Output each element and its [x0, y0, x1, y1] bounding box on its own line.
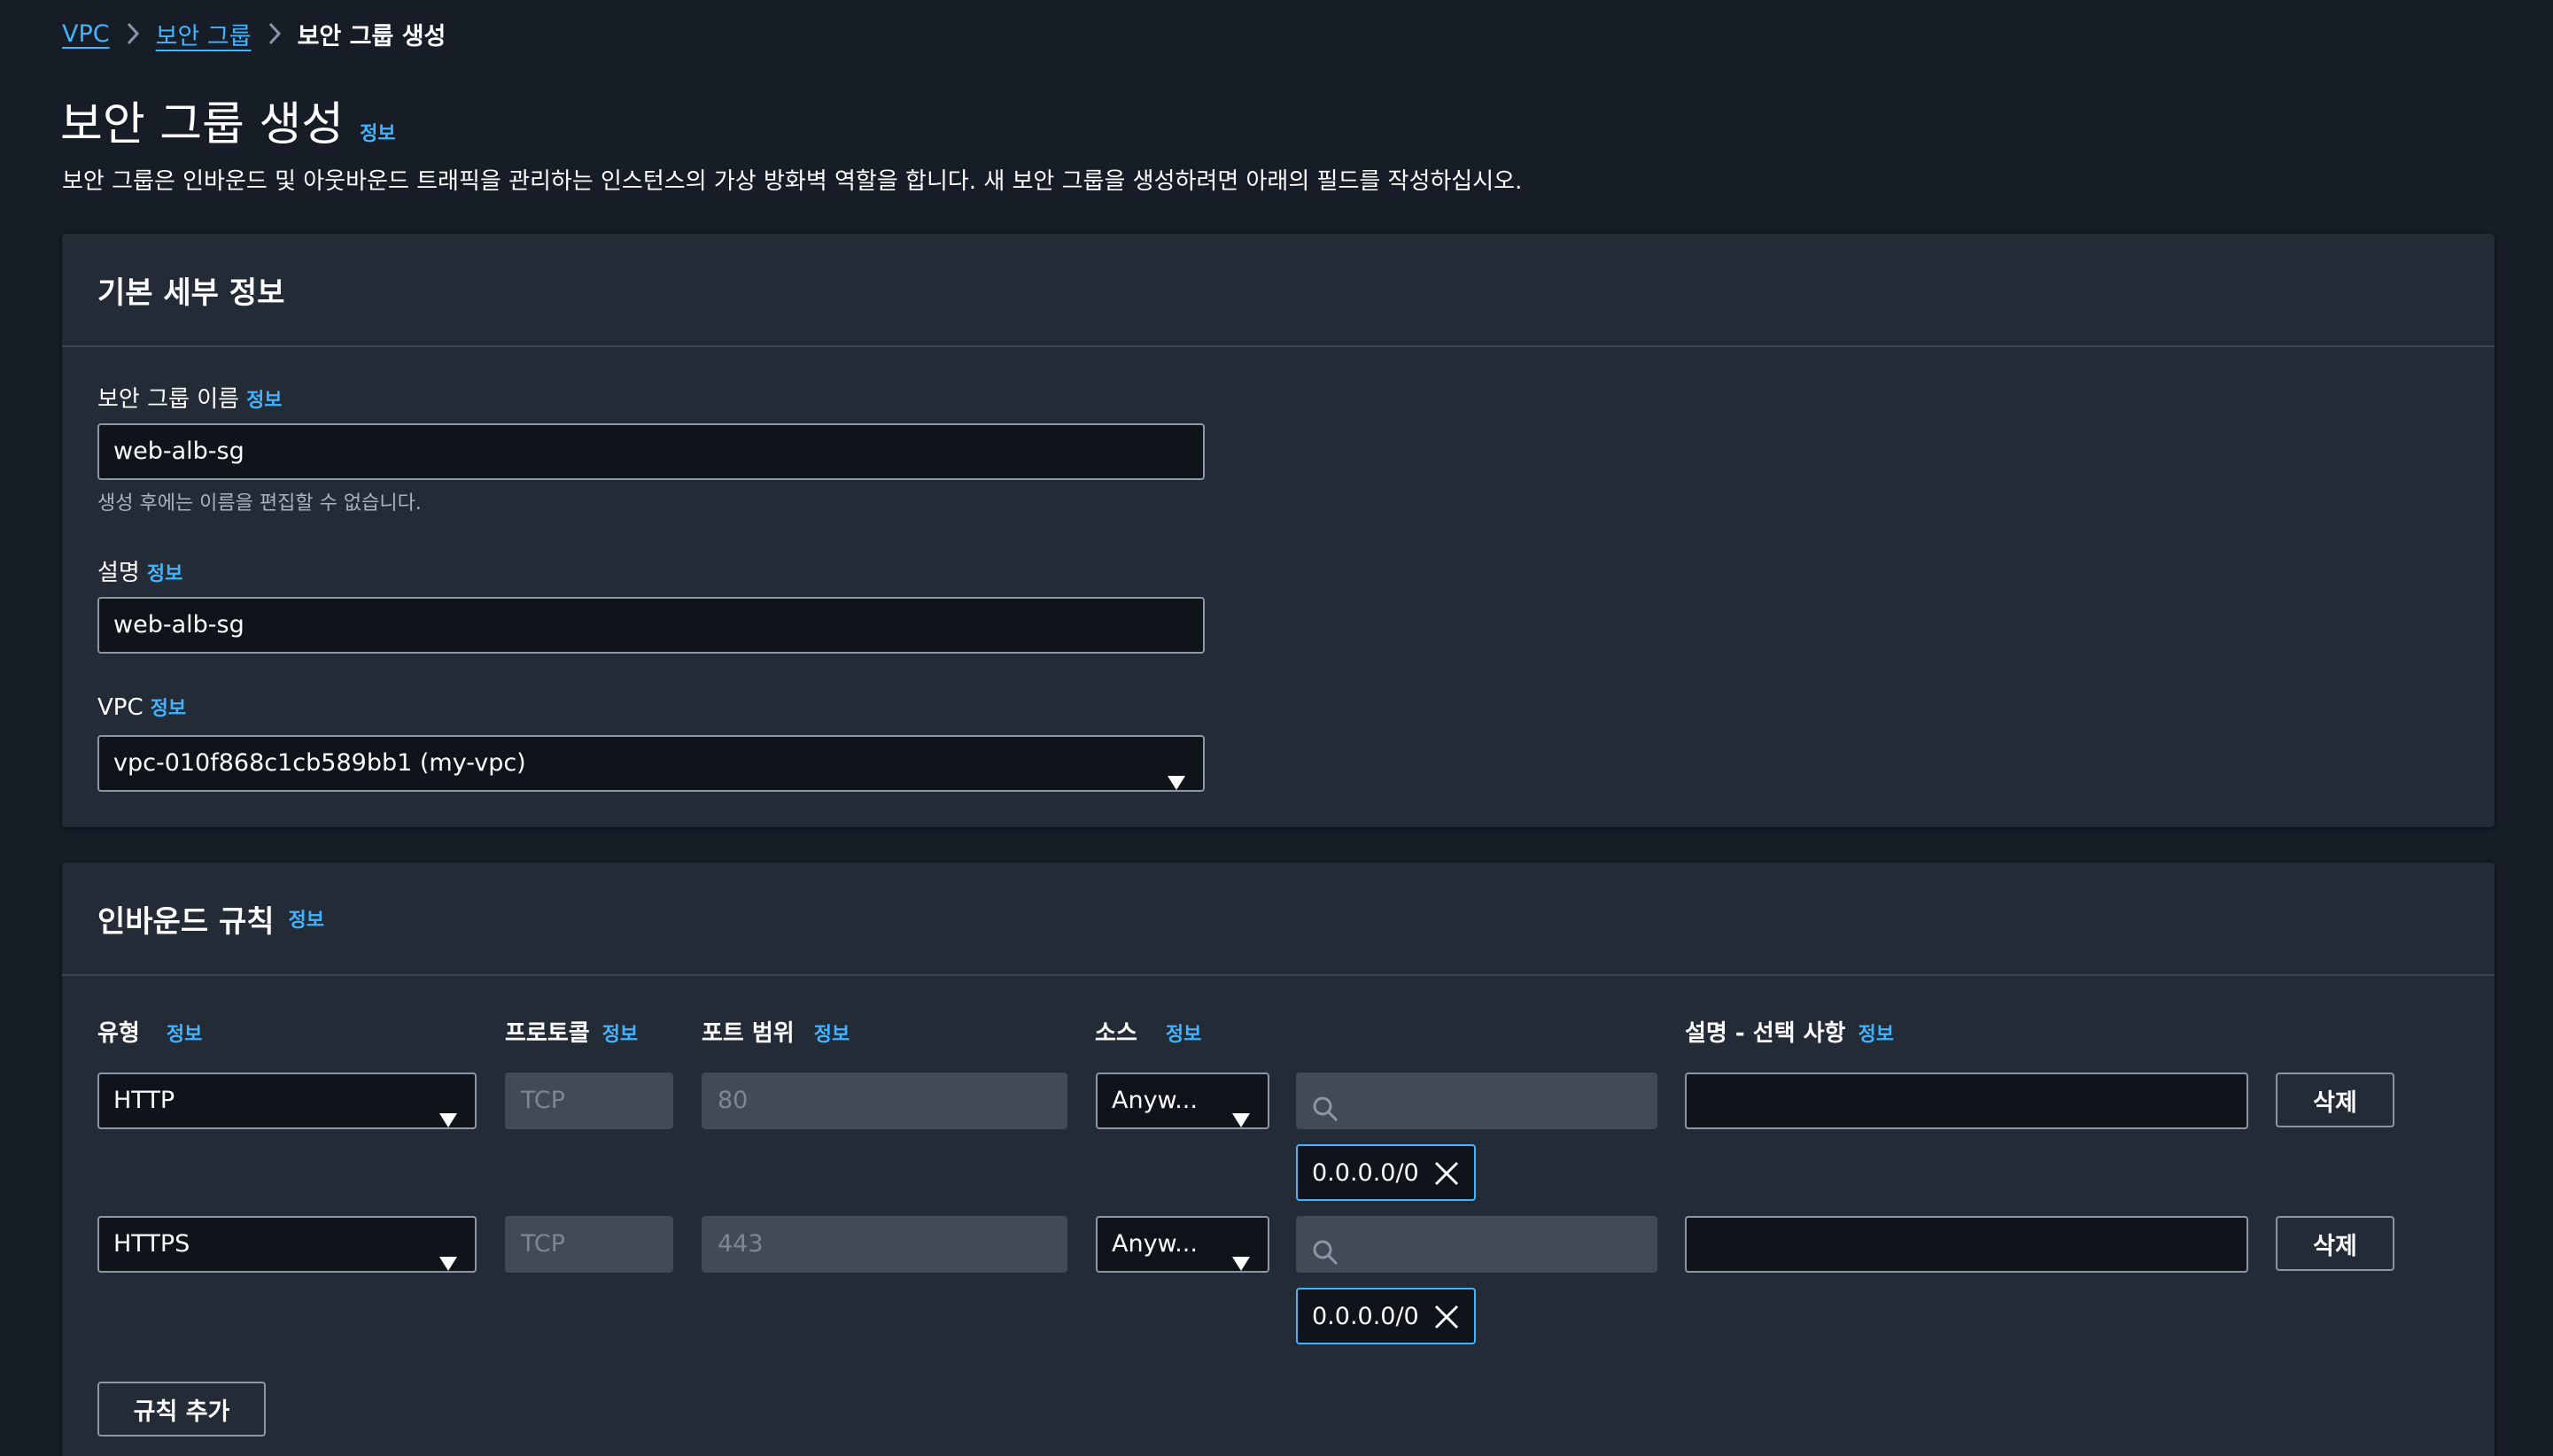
- search-icon: [1312, 1232, 1339, 1285]
- sg-description-label-text: 설명: [97, 560, 140, 586]
- rule-1-cidr-search-input[interactable]: [1296, 1073, 1657, 1129]
- rule-2-cidr-value: 0.0.0.0/0: [1312, 1302, 1419, 1330]
- vpc-select-value: vpc-010f868c1cb589bb1 (my-vpc): [113, 749, 526, 777]
- rule-2-cidr-search-input[interactable]: [1296, 1216, 1657, 1273]
- inbound-rules-title: 인바운드 규칙: [97, 903, 275, 940]
- rule-1-type-value: HTTP: [113, 1087, 175, 1114]
- rule-1-delete-button[interactable]: 삭제: [2276, 1073, 2394, 1127]
- vpc-label: VPC 정보: [97, 693, 186, 721]
- col-protocol-label: 프로토콜: [505, 1020, 590, 1047]
- rule-1-protocol: TCP: [505, 1073, 673, 1129]
- rule-2-type-value: HTTPS: [113, 1230, 190, 1258]
- page-description: 보안 그룹은 인바운드 및 아웃바운드 트래픽을 관리하는 인스턴스의 가상 방…: [62, 168, 1523, 195]
- inbound-rules-header: 인바운드 규칙 정보: [62, 863, 2495, 976]
- search-icon: [1312, 1088, 1339, 1142]
- close-icon[interactable]: [1433, 1160, 1460, 1193]
- caret-down-icon: [1232, 1237, 1250, 1290]
- caret-down-icon: [1232, 1094, 1250, 1147]
- rule-2-port-range: 443: [702, 1216, 1067, 1273]
- basic-details-panel: 기본 세부 정보 보안 그룹 이름 정보 web-alb-sg 생성 후에는 이…: [62, 234, 2495, 827]
- rule-2-protocol: TCP: [505, 1216, 673, 1273]
- rule-1-description-input[interactable]: [1685, 1073, 2248, 1129]
- col-protocol-header: 프로토콜 정보: [505, 1015, 638, 1048]
- rule-2-cidr-token: 0.0.0.0/0: [1296, 1288, 1476, 1344]
- page-info-link[interactable]: 정보: [360, 118, 395, 146]
- sg-name-info-link[interactable]: 정보: [246, 384, 282, 413]
- breadcrumb: VPC 보안 그룹 보안 그룹 생성: [62, 18, 446, 50]
- rule-1-cidr-token: 0.0.0.0/0: [1296, 1144, 1476, 1201]
- rule-1-port-range: 80: [702, 1073, 1067, 1129]
- rule-1-type-select[interactable]: HTTP: [97, 1073, 477, 1129]
- caret-down-icon: [439, 1094, 457, 1147]
- breadcrumb-security-groups-link[interactable]: 보안 그룹: [156, 17, 252, 51]
- basic-details-title: 기본 세부 정보: [97, 275, 285, 311]
- col-type-label: 유형: [97, 1020, 140, 1047]
- close-icon[interactable]: [1433, 1304, 1460, 1336]
- rule-2-description-input[interactable]: [1685, 1216, 2248, 1273]
- col-description-header: 설명 - 선택 사항 정보: [1685, 1015, 1894, 1048]
- inbound-rules-panel: 인바운드 규칙 정보: [62, 863, 2495, 1456]
- col-port-info-link[interactable]: 정보: [814, 1018, 850, 1047]
- col-type-header: 유형 정보: [97, 1015, 202, 1048]
- col-protocol-info-link[interactable]: 정보: [602, 1018, 638, 1047]
- basic-details-header: 기본 세부 정보: [62, 234, 2495, 347]
- add-rule-button[interactable]: 규칙 추가: [97, 1382, 266, 1437]
- col-source-label: 소스: [1095, 1020, 1137, 1047]
- chevron-right-icon: [110, 18, 156, 50]
- col-source-info-link[interactable]: 정보: [1166, 1018, 1201, 1047]
- sg-description-label: 설명 정보: [97, 554, 182, 587]
- sg-description-info-link[interactable]: 정보: [147, 558, 182, 586]
- sg-name-label-text: 보안 그룹 이름: [97, 386, 240, 413]
- col-source-header: 소스 정보: [1095, 1015, 1201, 1048]
- rule-1-source-select[interactable]: Anyw...: [1096, 1073, 1269, 1129]
- rule-2-type-select[interactable]: HTTPS: [97, 1216, 477, 1273]
- col-port-header: 포트 범위 정보: [702, 1015, 850, 1048]
- breadcrumb-vpc-link[interactable]: VPC: [62, 20, 110, 48]
- rule-1-cidr-value: 0.0.0.0/0: [1312, 1158, 1419, 1187]
- rule-2-source-value: Anyw...: [1112, 1230, 1198, 1258]
- caret-down-icon: [439, 1237, 457, 1290]
- breadcrumb-current: 보안 그룹 생성: [297, 22, 446, 50]
- vpc-label-text: VPC: [97, 694, 144, 721]
- rule-1-source-value: Anyw...: [1112, 1087, 1198, 1114]
- sg-description-input[interactable]: web-alb-sg: [97, 597, 1205, 654]
- page-title-row: 보안 그룹 생성 정보: [60, 87, 396, 153]
- inbound-rules-info-link[interactable]: 정보: [289, 904, 324, 933]
- chevron-right-icon: [252, 18, 298, 50]
- sg-name-hint: 생성 후에는 이름을 편집할 수 없습니다.: [97, 492, 422, 515]
- rule-2-source-select[interactable]: Anyw...: [1096, 1216, 1269, 1273]
- vpc-select[interactable]: vpc-010f868c1cb589bb1 (my-vpc): [97, 735, 1205, 792]
- col-type-info-link[interactable]: 정보: [167, 1018, 202, 1047]
- sg-name-input[interactable]: web-alb-sg: [97, 423, 1205, 480]
- vpc-info-link[interactable]: 정보: [151, 693, 186, 721]
- rule-2-delete-button[interactable]: 삭제: [2276, 1216, 2394, 1271]
- caret-down-icon: [1168, 756, 1185, 809]
- page-title: 보안 그룹 생성: [60, 98, 345, 151]
- sg-name-label: 보안 그룹 이름 정보: [97, 381, 283, 414]
- col-port-label: 포트 범위: [702, 1020, 795, 1047]
- col-description-label: 설명 - 선택 사항: [1685, 1020, 1846, 1047]
- col-description-info-link[interactable]: 정보: [1858, 1018, 1893, 1047]
